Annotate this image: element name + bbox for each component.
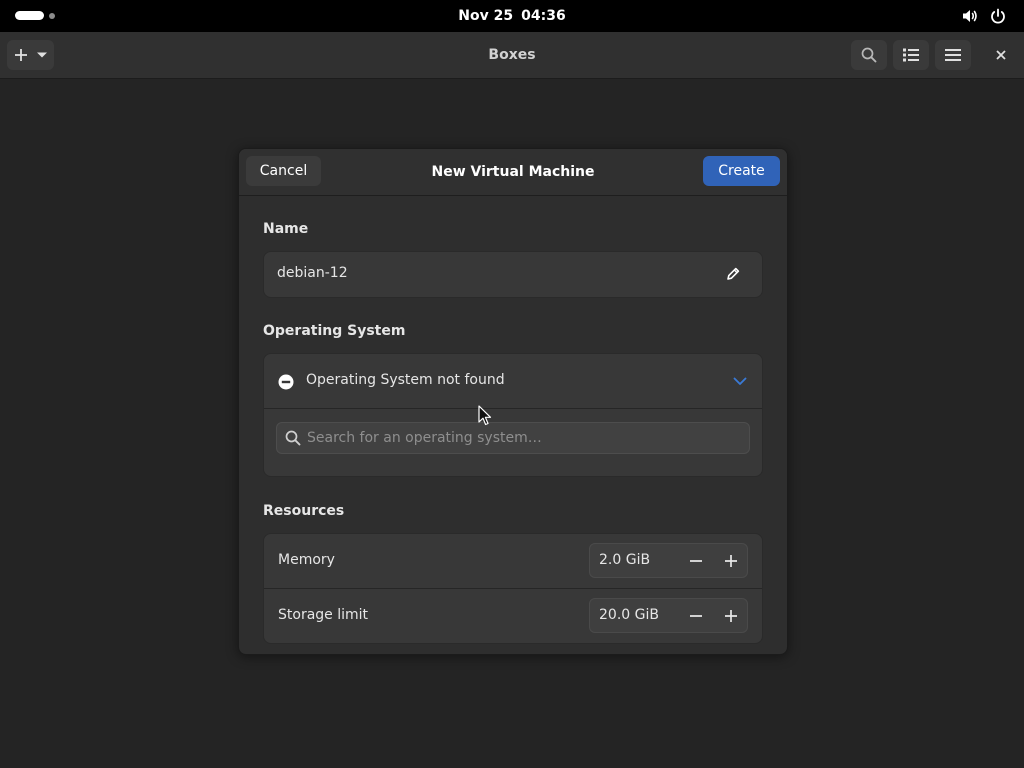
os-section-label: Operating System [263, 323, 406, 339]
main-menu-button[interactable] [935, 40, 971, 70]
clock-time: 04:36 [521, 8, 566, 24]
os-card: Operating System not found Search for an… [263, 353, 763, 477]
storage-spin-button[interactable]: 20.0 GiB [589, 598, 748, 633]
power-icon[interactable] [989, 7, 1007, 25]
resources-card: Memory 2.0 GiB Storage limit 20.0 GiB [263, 533, 763, 644]
pencil-icon[interactable] [725, 266, 741, 282]
memory-label: Memory [278, 552, 335, 568]
storage-decrease-button[interactable] [685, 605, 707, 627]
close-window-button[interactable] [987, 40, 1015, 70]
minus-icon [690, 560, 702, 562]
minus-icon [690, 615, 702, 617]
name-value: debian-12 [277, 265, 348, 281]
storage-increase-button[interactable] [720, 605, 742, 627]
memory-value[interactable]: 2.0 GiB [599, 544, 650, 577]
chevron-down-icon [733, 377, 747, 385]
create-button[interactable]: Create [703, 156, 780, 186]
os-selected-label: Operating System not found [306, 372, 505, 388]
storage-value[interactable]: 20.0 GiB [599, 599, 659, 632]
memory-spin-button[interactable]: 2.0 GiB [589, 543, 748, 578]
resources-section-label: Resources [263, 503, 345, 519]
list-view-icon [903, 48, 919, 62]
search-icon [861, 47, 877, 63]
search-button[interactable] [851, 40, 887, 70]
hamburger-menu-icon [945, 49, 961, 61]
clock[interactable]: Nov 25 04:36 [0, 0, 1024, 32]
view-toggle-button[interactable] [893, 40, 929, 70]
mouse-pointer-icon [478, 405, 492, 426]
os-search-placeholder: Search for an operating system… [307, 430, 542, 446]
memory-row: Memory 2.0 GiB [264, 534, 762, 588]
memory-increase-button[interactable] [720, 550, 742, 572]
close-icon [996, 50, 1006, 60]
os-selector-row[interactable]: Operating System not found [264, 354, 762, 408]
system-top-bar: Nov 25 04:36 [0, 0, 1024, 32]
plus-icon [725, 610, 737, 622]
os-divider [264, 408, 762, 409]
new-vm-dialog: Cancel New Virtual Machine Create Name d… [238, 148, 788, 655]
os-search-input[interactable]: Search for an operating system… [276, 422, 750, 454]
plus-icon [725, 555, 737, 567]
minus-circle-icon [278, 374, 294, 390]
app-header-bar: Boxes [0, 32, 1024, 79]
search-icon [285, 430, 301, 446]
volume-icon[interactable] [961, 7, 979, 25]
storage-row: Storage limit 20.0 GiB [264, 589, 762, 643]
storage-label: Storage limit [278, 607, 369, 623]
memory-decrease-button[interactable] [685, 550, 707, 572]
name-section-label: Name [263, 221, 309, 237]
name-entry[interactable]: debian-12 [263, 251, 763, 298]
clock-date: Nov 25 [458, 8, 514, 24]
dialog-header: Cancel New Virtual Machine Create [239, 149, 787, 196]
